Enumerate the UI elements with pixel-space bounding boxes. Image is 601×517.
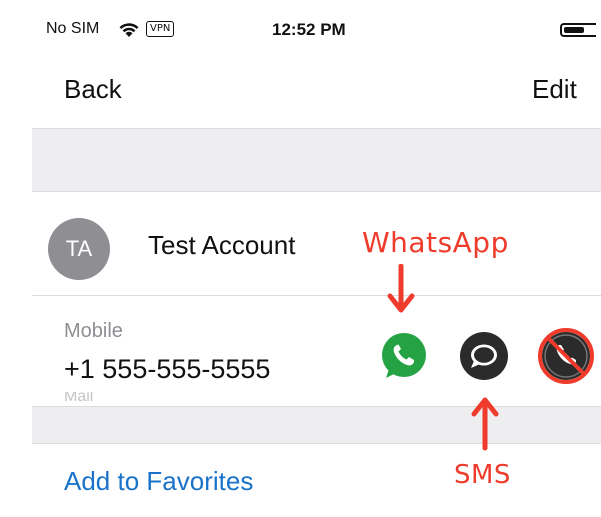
contact-name: Test Account bbox=[148, 230, 296, 260]
whatsapp-icon bbox=[382, 333, 426, 378]
sms-annotation-label: SMS bbox=[454, 460, 511, 490]
phone-number-row[interactable]: Mobile +1 555-555-5555 Mail bbox=[32, 296, 601, 406]
clipped-label: Mail bbox=[64, 392, 94, 402]
message-bubble-icon bbox=[460, 332, 508, 380]
contact-header: TA Test Account bbox=[32, 192, 601, 296]
status-bar: No SIM VPN 12:52 PM bbox=[32, 0, 601, 60]
carrier-label: No SIM bbox=[46, 20, 100, 37]
navigation-bar: Back Edit bbox=[32, 60, 601, 128]
up-arrow-annotation bbox=[471, 397, 499, 451]
whatsapp-button[interactable] bbox=[378, 330, 430, 382]
section-separator bbox=[32, 128, 601, 192]
down-arrow-annotation bbox=[387, 264, 415, 313]
edit-button[interactable]: Edit bbox=[532, 74, 577, 105]
call-button[interactable] bbox=[536, 326, 596, 386]
wifi-icon bbox=[119, 23, 139, 37]
add-to-favorites-link[interactable]: Add to Favorites bbox=[64, 466, 253, 497]
battery-level bbox=[564, 27, 584, 33]
favorites-row: Add to Favorites bbox=[32, 444, 601, 517]
phone-screen: No SIM VPN 12:52 PM Back Edit TA Test Ac… bbox=[32, 0, 601, 517]
whatsapp-annotation-label: WhatsApp bbox=[362, 226, 509, 259]
avatar: TA bbox=[48, 218, 110, 280]
phone-number[interactable]: +1 555-555-5555 bbox=[64, 354, 270, 385]
section-separator-2 bbox=[32, 406, 601, 444]
sms-button[interactable] bbox=[458, 330, 510, 382]
battery-icon bbox=[560, 23, 596, 37]
back-button[interactable]: Back bbox=[64, 74, 122, 105]
phone-type-label: Mobile bbox=[64, 320, 123, 342]
status-time: 12:52 PM bbox=[272, 20, 346, 39]
vpn-badge: VPN bbox=[146, 21, 175, 37]
